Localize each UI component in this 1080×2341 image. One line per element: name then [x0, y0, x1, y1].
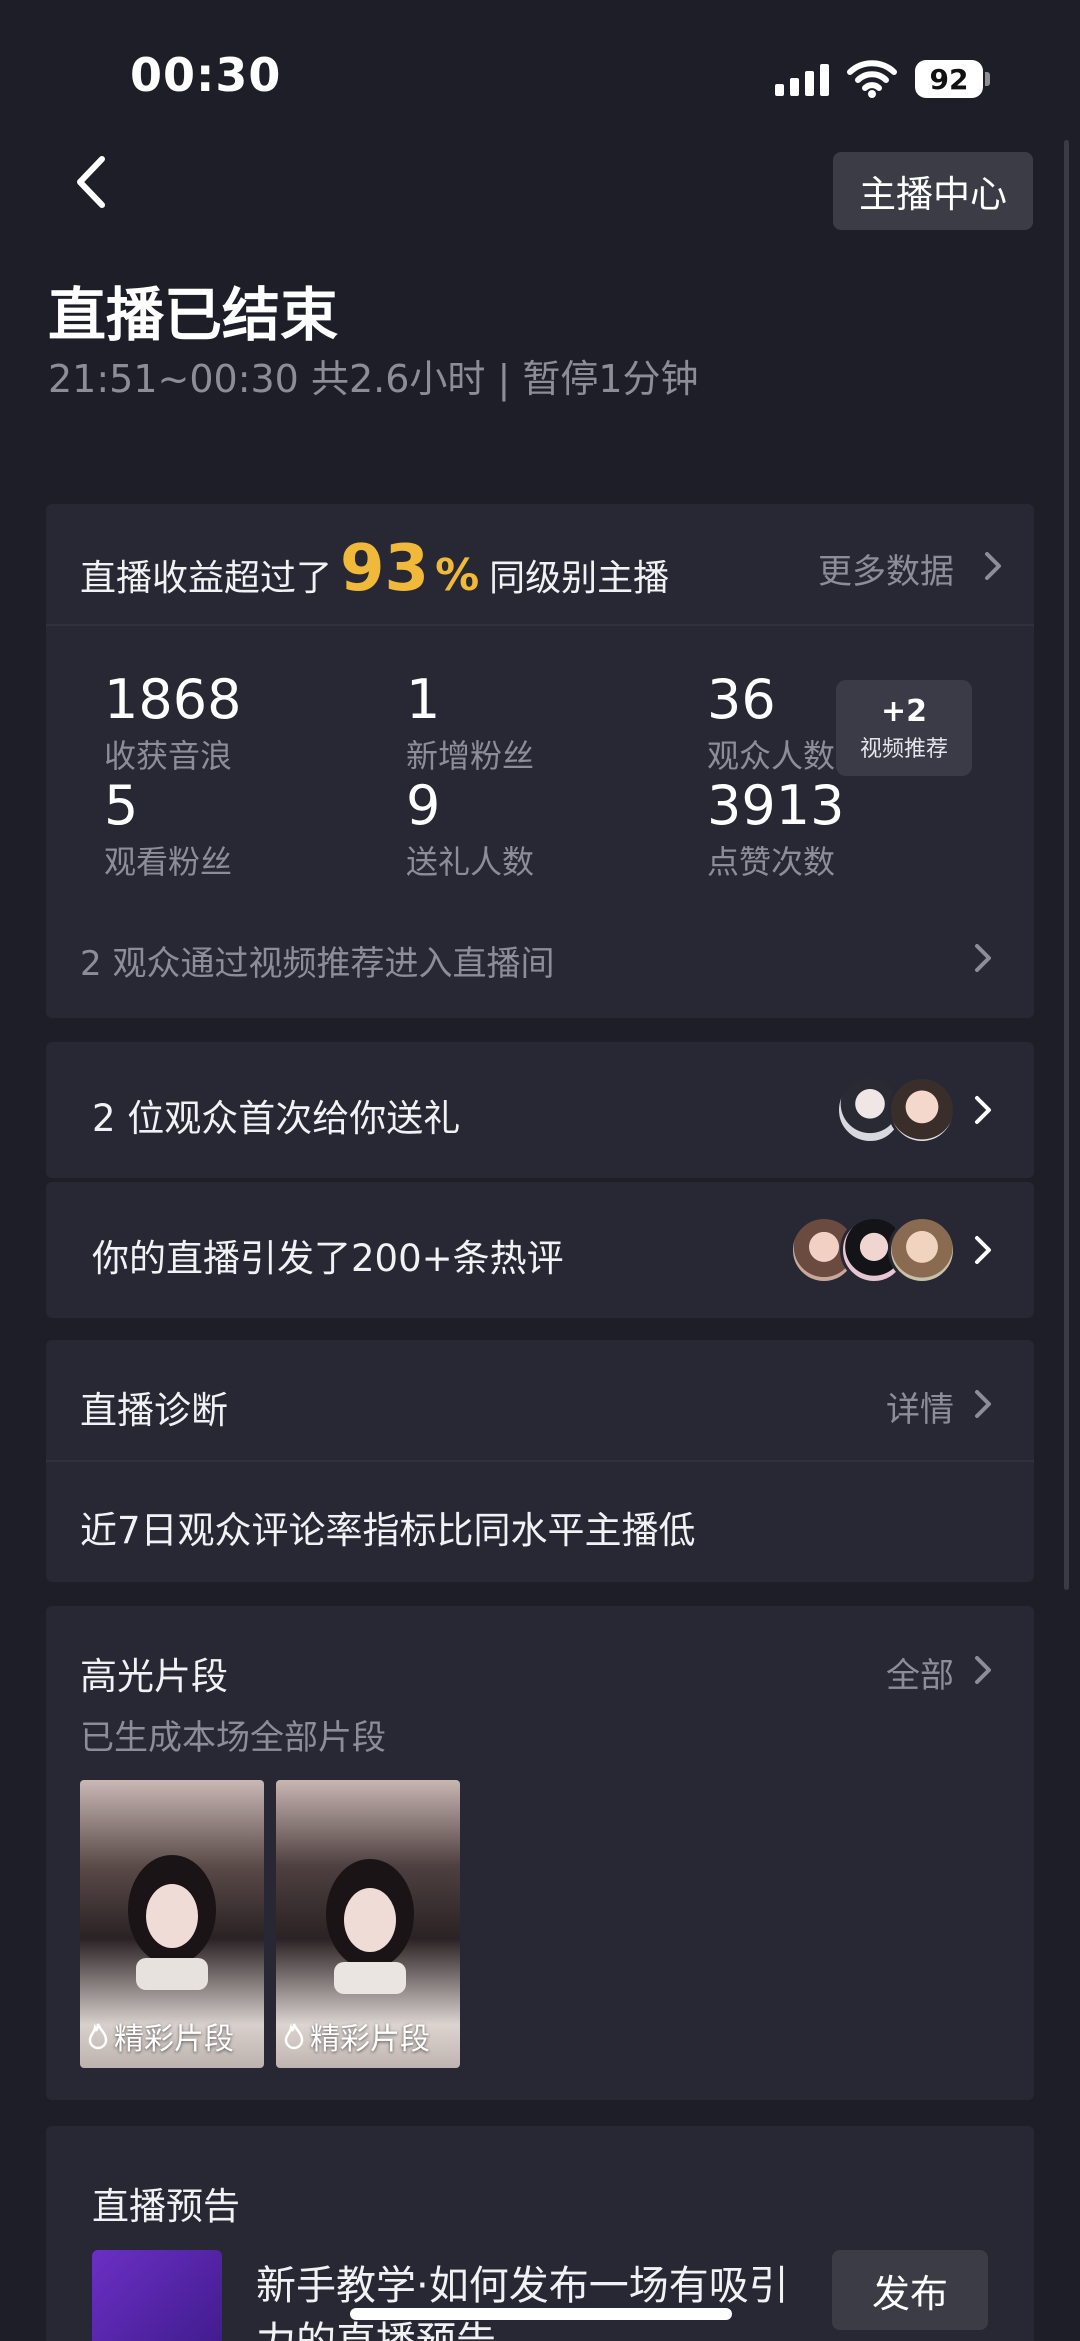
flame-icon: [284, 2023, 304, 2050]
recommend-label: 视频推荐: [859, 736, 948, 762]
stat-value: 3913: [707, 774, 845, 837]
stat-value: 5: [104, 774, 139, 837]
diagnosis-detail-link[interactable]: 详情: [886, 1382, 954, 1431]
back-arrow-icon[interactable]: [72, 155, 112, 209]
stat-viewers[interactable]: 36 观众人数: [707, 668, 835, 777]
stat-label: 新增粉丝: [406, 737, 535, 775]
stat-gifters[interactable]: 9 送礼人数: [406, 774, 534, 883]
earnings-prefix: 直播收益超过了: [80, 558, 333, 599]
highlight-clip[interactable]: 精彩片段: [276, 1780, 460, 2068]
earnings-percent: 93: [340, 532, 430, 606]
divider: [46, 1460, 1034, 1462]
highlights-title: 高光片段: [80, 1655, 228, 1698]
stat-label: 送礼人数: [406, 843, 535, 881]
highlights-card: 高光片段 全部 已生成本场全部片段 精彩片段 精彩片段: [46, 1606, 1034, 2100]
stat-value: 1: [406, 668, 441, 731]
clip-label-text: 精彩片段: [310, 2022, 430, 2057]
flame-icon: [88, 2023, 108, 2050]
avatar: [888, 1076, 956, 1144]
divider: [46, 624, 1034, 626]
clip-thumbnail: [326, 1859, 414, 1994]
preview-tutorial-text[interactable]: 新手教学·如何发布一场有吸引力的直播预告: [256, 2258, 796, 2341]
stat-label: 点赞次数: [707, 843, 836, 881]
live-duration: 21:51~00:30 共2.6小时 | 暂停1分钟: [48, 357, 699, 401]
wifi-icon: [847, 60, 897, 98]
preview-title: 直播预告: [92, 2185, 240, 2228]
clip-label: 精彩片段: [86, 2014, 234, 2058]
stat-follower-viewers[interactable]: 5 观看粉丝: [104, 774, 232, 883]
battery-cap: [985, 72, 990, 86]
clip-thumbnail: [128, 1855, 216, 1990]
live-summary-card: 直播收益超过了 93 % 同级别主播 更多数据 1868 收获音浪 1 新增粉丝…: [46, 504, 1034, 1018]
stat-likes[interactable]: 3913 点赞次数: [707, 774, 844, 883]
first-gift-text: 2 位观众首次给你送礼: [92, 1097, 461, 1140]
diagnosis-title: 直播诊断: [80, 1389, 228, 1432]
more-data-link[interactable]: 更多数据: [818, 544, 954, 593]
diagnosis-text: 近7日观众评论率指标比同水平主播低: [80, 1509, 696, 1552]
stat-label: 收获音浪: [104, 737, 233, 775]
stat-new-followers[interactable]: 1 新增粉丝: [406, 668, 534, 777]
recommend-entry-text[interactable]: 2 观众通过视频推荐进入直播间: [80, 936, 554, 985]
page-title: 直播已结束: [48, 281, 339, 349]
avatar: [888, 1216, 956, 1284]
stat-label: 观看粉丝: [104, 843, 233, 881]
stat-value: 36: [707, 668, 776, 731]
hot-comments-row[interactable]: 你的直播引发了200+条热评: [46, 1182, 1034, 1318]
earnings-rank-line: 直播收益超过了 93 % 同级别主播: [80, 532, 669, 606]
percent-sign: %: [435, 550, 480, 601]
battery-indicator: 92: [915, 60, 983, 98]
stat-label: 观众人数: [707, 737, 836, 775]
clip-label: 精彩片段: [282, 2014, 430, 2058]
highlight-clip[interactable]: 精彩片段: [80, 1780, 264, 2068]
cellular-signal-icon: [775, 62, 829, 96]
chevron-right-icon[interactable]: [972, 1388, 994, 1420]
chevron-right-icon[interactable]: [972, 1094, 994, 1126]
stat-value: 1868: [104, 668, 242, 731]
live-diagnosis-card: 直播诊断 详情 近7日观众评论率指标比同水平主播低: [46, 1340, 1034, 1582]
highlights-subtitle: 已生成本场全部片段: [80, 1718, 386, 1758]
host-center-button[interactable]: 主播中心: [833, 152, 1033, 230]
status-time: 00:30: [130, 48, 282, 102]
recommend-count: +2: [880, 693, 927, 729]
preview-thumbnail[interactable]: [92, 2250, 222, 2341]
scrollbar[interactable]: [1064, 140, 1069, 1590]
first-gift-row[interactable]: 2 位观众首次给你送礼: [46, 1042, 1034, 1178]
hot-comments-text: 你的直播引发了200+条热评: [92, 1237, 564, 1280]
stat-coins[interactable]: 1868 收获音浪: [104, 668, 241, 777]
chevron-right-icon[interactable]: [972, 942, 994, 974]
home-indicator[interactable]: [350, 2308, 732, 2320]
chevron-right-icon[interactable]: [982, 550, 1004, 582]
highlights-all-link[interactable]: 全部: [886, 1648, 954, 1697]
video-recommend-badge: +2 视频推荐: [836, 680, 972, 776]
chevron-right-icon[interactable]: [972, 1654, 994, 1686]
stat-value: 9: [406, 774, 441, 837]
earnings-suffix: 同级别主播: [489, 558, 670, 599]
clip-label-text: 精彩片段: [114, 2022, 234, 2057]
chevron-right-icon[interactable]: [972, 1234, 994, 1266]
publish-button[interactable]: 发布: [832, 2250, 988, 2330]
